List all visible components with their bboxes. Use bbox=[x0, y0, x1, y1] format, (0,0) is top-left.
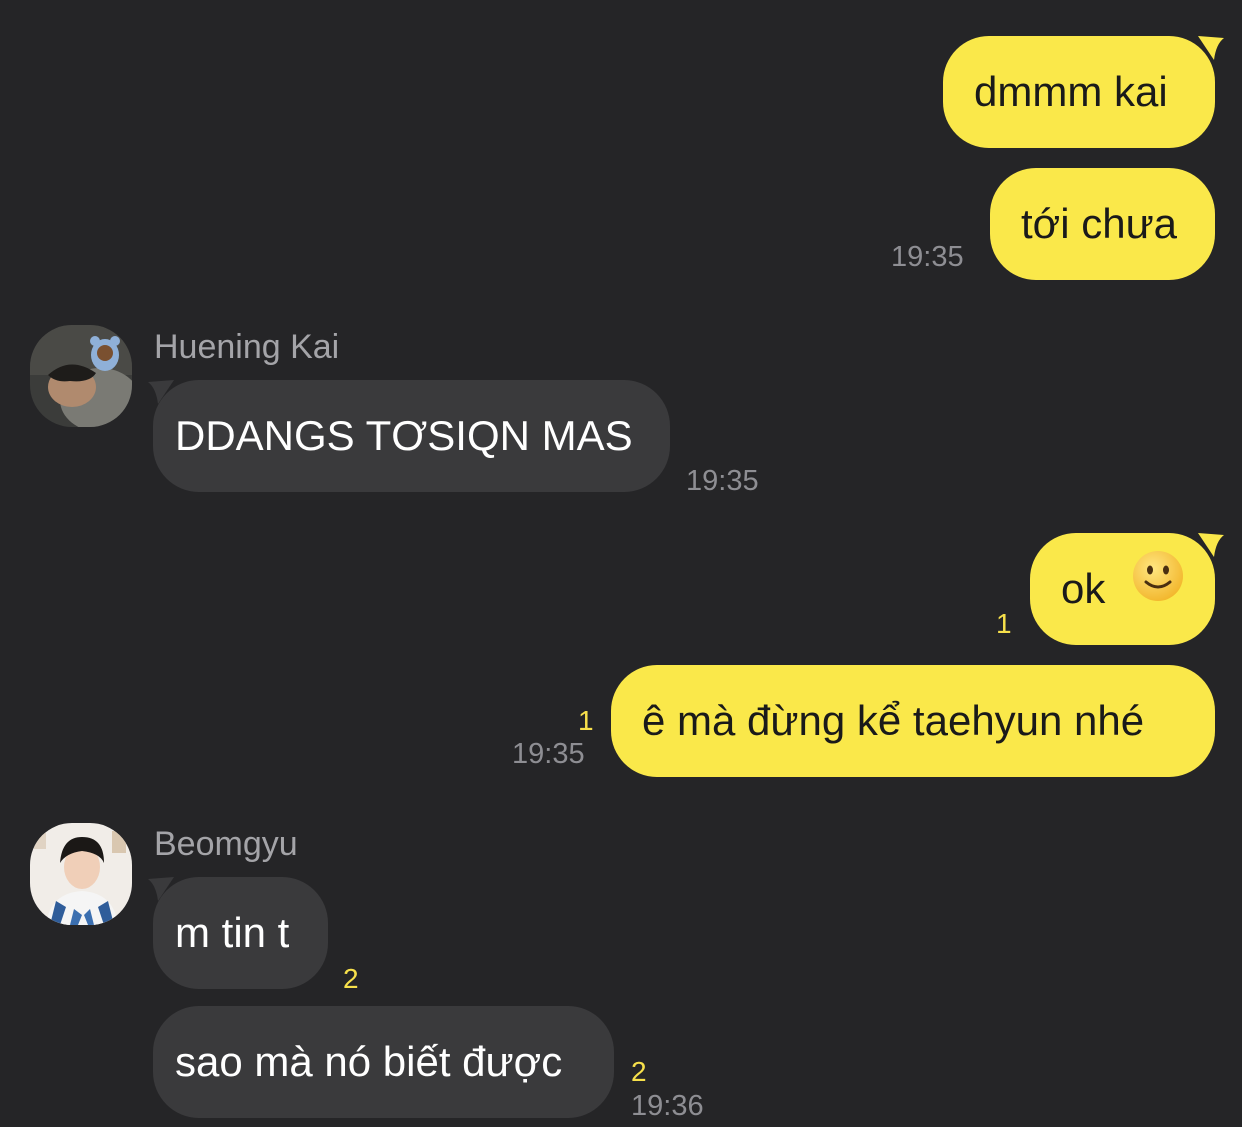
message-text: m tin t bbox=[175, 909, 290, 956]
slightly-smiling-face-icon bbox=[1131, 533, 1185, 645]
outgoing-message-bubble[interactable]: ê mà đừng kể taehyun nhé bbox=[611, 665, 1215, 777]
message-timestamp: 19:36 bbox=[631, 1090, 704, 1122]
message-timestamp: 19:35 bbox=[686, 465, 759, 497]
message-text: dmmm kai bbox=[974, 68, 1168, 115]
profile-photo-icon bbox=[30, 325, 132, 427]
message-text: sao mà nó biết được bbox=[175, 1038, 563, 1085]
avatar-huening-kai[interactable] bbox=[30, 325, 132, 427]
profile-photo-icon bbox=[30, 823, 132, 925]
incoming-message-bubble[interactable]: DDANGS TƠSIQN MAS bbox=[153, 380, 670, 492]
unread-count: 1 bbox=[578, 705, 594, 736]
unread-count: 2 bbox=[343, 963, 359, 994]
message-text: ê mà đừng kể taehyun nhé bbox=[642, 697, 1145, 744]
message-text: ok bbox=[1061, 565, 1106, 612]
avatar-beomgyu[interactable] bbox=[30, 823, 132, 925]
incoming-message-bubble[interactable]: m tin t bbox=[153, 877, 328, 989]
message-text: tới chưa bbox=[1021, 200, 1178, 247]
sender-name: Huening Kai bbox=[154, 328, 340, 366]
unread-count: 2 bbox=[631, 1056, 647, 1087]
outgoing-message-bubble[interactable]: dmmm kai bbox=[943, 36, 1215, 148]
incoming-message-bubble[interactable]: sao mà nó biết được bbox=[153, 1006, 614, 1118]
outgoing-message-bubble[interactable]: tới chưa bbox=[990, 168, 1215, 280]
bubble-tail bbox=[1198, 36, 1224, 60]
unread-count: 1 bbox=[996, 608, 1012, 639]
message-timestamp: 19:35 bbox=[891, 241, 964, 273]
bubble-tail bbox=[1198, 533, 1224, 557]
outgoing-message-bubble[interactable]: ok bbox=[1030, 533, 1215, 645]
message-timestamp: 19:35 bbox=[512, 738, 585, 770]
message-text: DDANGS TƠSIQN MAS bbox=[175, 412, 633, 459]
sender-name: Beomgyu bbox=[154, 825, 298, 863]
